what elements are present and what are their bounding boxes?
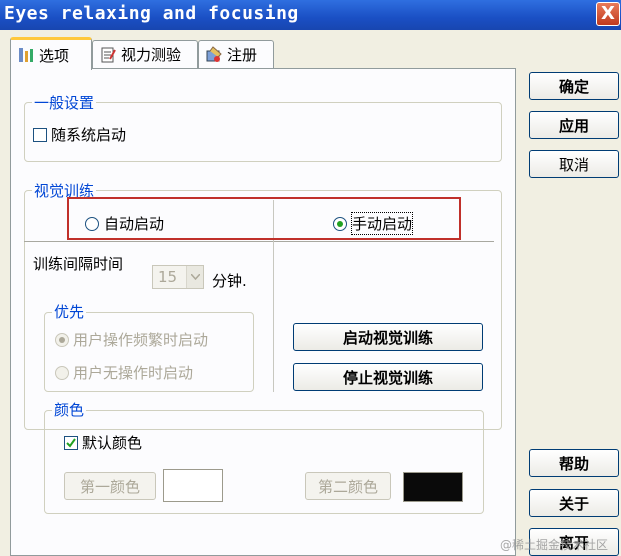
first-color-button[interactable]: 第一颜色 xyxy=(64,472,156,500)
auto-start-radio-button[interactable] xyxy=(85,216,99,231)
startup-checkbox-box[interactable] xyxy=(33,127,47,142)
about-button[interactable]: 关于 xyxy=(529,489,619,517)
watermark: @稀土掘金技术社区 xyxy=(500,538,609,552)
settings-icon xyxy=(19,48,33,62)
mode-divider xyxy=(24,241,494,242)
priority-option-1[interactable]: 用户操作频繁时启动 xyxy=(55,329,208,350)
checkmark-icon xyxy=(66,437,76,448)
tab-register-label: 注册 xyxy=(227,46,258,64)
window-title: Eyes relaxing and focusing xyxy=(4,3,299,24)
second-color-button[interactable]: 第二颜色 xyxy=(305,472,391,500)
auto-start-label: 自动启动 xyxy=(104,215,165,233)
colors-title: 颜色 xyxy=(52,399,87,420)
close-button[interactable]: X xyxy=(596,2,620,26)
cancel-button[interactable]: 取消 xyxy=(529,150,619,178)
priority-title: 优先 xyxy=(52,301,87,322)
close-icon: X xyxy=(601,3,615,24)
default-color-checkbox-box[interactable] xyxy=(64,435,78,450)
apply-button[interactable]: 应用 xyxy=(529,111,619,139)
tab-vision-test[interactable]: 视力测验 xyxy=(92,40,198,68)
tab-vision-test-label: 视力测验 xyxy=(121,46,182,64)
interval-select[interactable]: 15 xyxy=(152,265,204,289)
start-training-button[interactable]: 启动视觉训练 xyxy=(293,323,483,351)
startup-label: 随系统启动 xyxy=(51,126,127,144)
priority-option-1-label: 用户操作频繁时启动 xyxy=(73,331,209,349)
priority-option-1-radio[interactable] xyxy=(55,332,69,347)
default-color-label: 默认颜色 xyxy=(82,434,143,452)
chevron-down-icon[interactable] xyxy=(186,266,203,288)
manual-start-radio-button[interactable] xyxy=(333,216,347,231)
auto-start-radio[interactable]: 自动启动 xyxy=(85,213,164,234)
ok-button[interactable]: 确定 xyxy=(529,72,619,100)
startup-checkbox[interactable]: 随系统启动 xyxy=(33,124,126,145)
interval-label: 训练间隔时间 xyxy=(33,255,124,273)
first-color-swatch xyxy=(163,469,223,502)
tab-options[interactable]: 选项 xyxy=(10,37,92,70)
default-color-checkbox[interactable]: 默认颜色 xyxy=(64,432,142,453)
interval-value: 15 xyxy=(158,268,178,286)
priority-option-2[interactable]: 用户无操作时启动 xyxy=(55,362,193,383)
help-button[interactable]: 帮助 xyxy=(529,449,619,477)
priority-option-2-radio[interactable] xyxy=(55,365,69,380)
register-icon xyxy=(206,45,222,62)
second-color-swatch xyxy=(403,472,463,502)
tab-options-label: 选项 xyxy=(39,46,70,65)
interval-unit: 分钟. xyxy=(212,272,247,290)
document-icon xyxy=(101,47,116,62)
general-settings-title: 一般设置 xyxy=(32,92,97,113)
tab-register[interactable]: 注册 xyxy=(198,40,274,68)
manual-start-radio[interactable]: 手动启动 xyxy=(333,212,414,235)
manual-start-label: 手动启动 xyxy=(350,212,414,235)
stop-training-button[interactable]: 停止视觉训练 xyxy=(293,363,483,391)
priority-option-2-label: 用户无操作时启动 xyxy=(73,364,194,382)
